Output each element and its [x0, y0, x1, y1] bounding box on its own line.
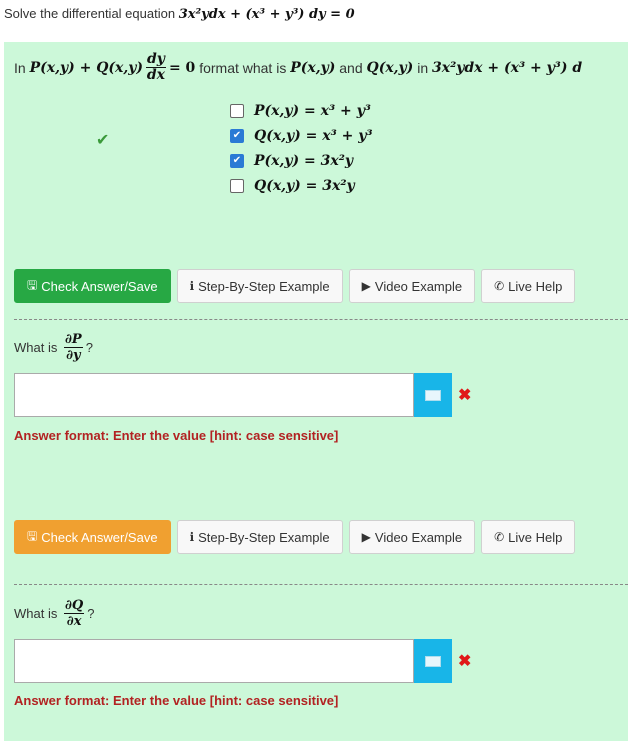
video-example-label: Video Example — [374, 529, 463, 545]
question3-incorrect-icon: ✖ — [458, 653, 472, 670]
question2-answer-format: Answer format: Enter the value [hint: ca… — [14, 428, 339, 443]
keyboard-icon — [425, 655, 441, 667]
fraction-denominator: dx — [146, 67, 166, 83]
divider — [14, 319, 628, 320]
question3-numerator: ∂Q — [63, 598, 85, 614]
option-2-label: Q(x,y) = x³ + y³ — [254, 127, 373, 144]
correct-check-icon: ✔ — [96, 132, 110, 149]
check-answer-button[interactable]: 🖫 Check Answer/Save — [14, 269, 171, 303]
prompt-in: in — [417, 59, 429, 76]
option-4-label: Q(x,y) = 3x²y — [254, 177, 355, 194]
prompt-eq-zero: = 0 — [168, 59, 196, 76]
prompt-fraction: dy dx — [146, 52, 166, 83]
video-example-button-2[interactable]: ▶ Video Example — [348, 520, 476, 554]
question1-prompt: In P(x,y) + Q(x,y) dy dx = 0 format what… — [14, 52, 582, 83]
button-row-2: 🖫 Check Answer/Save ℹ Step-By-Step Examp… — [14, 520, 576, 554]
option-1[interactable]: P(x,y) = x³ + y³ — [230, 98, 373, 123]
step-by-step-label: Step-By-Step Example — [198, 529, 330, 545]
play-icon: ▶ — [361, 530, 371, 544]
question3-suffix: ? — [87, 606, 95, 621]
check-answer-label: Check Answer/Save — [41, 278, 158, 294]
question2-denominator: ∂y — [66, 348, 81, 363]
live-help-label: Live Help — [508, 529, 563, 545]
question3-fraction: ∂Q ∂x — [63, 598, 85, 629]
question2-keyboard-button[interactable] — [414, 373, 452, 417]
play-icon: ▶ — [361, 279, 371, 293]
question3-what: What is — [14, 606, 58, 621]
question2-fraction: ∂P ∂y — [63, 332, 83, 363]
check-answer-button-2[interactable]: 🖫 Check Answer/Save — [14, 520, 171, 554]
option-1-label: P(x,y) = x³ + y³ — [254, 102, 371, 119]
save-icon: 🖫 — [27, 528, 38, 543]
live-help-label: Live Help — [508, 278, 563, 294]
question2-suffix: ? — [85, 340, 93, 355]
prompt-pq: P(x,y) + Q(x,y) — [29, 59, 143, 76]
phone-icon: ✆ — [494, 530, 505, 544]
step-by-step-button-2[interactable]: ℹ Step-By-Step Example — [176, 520, 343, 554]
option-3-checkbox[interactable]: ✔ — [230, 153, 244, 168]
prompt-middle: format what is — [199, 59, 287, 76]
info-icon: ℹ — [189, 530, 195, 544]
question3-answer-input[interactable] — [14, 639, 414, 683]
option-3[interactable]: ✔ P(x,y) = 3x²y — [230, 148, 373, 173]
title-lead: Solve the differential equation — [4, 6, 176, 21]
live-help-button-2[interactable]: ✆ Live Help — [481, 520, 576, 554]
prompt-p: P(x,y) — [290, 59, 336, 76]
button-row-1: 🖫 Check Answer/Save ℹ Step-By-Step Examp… — [14, 269, 576, 303]
step-by-step-button[interactable]: ℹ Step-By-Step Example — [176, 269, 343, 303]
step-by-step-label: Step-By-Step Example — [198, 278, 330, 294]
title-equation: 3x²ydx + (x³ + y³) dy = 0 — [178, 7, 355, 22]
prompt-prefix: In — [14, 59, 26, 76]
option-2-checkbox[interactable]: ✔ — [230, 128, 244, 143]
prompt-and: and — [339, 59, 363, 76]
question3-keyboard-button[interactable] — [414, 639, 452, 683]
answer-options: P(x,y) = x³ + y³ ✔ Q(x,y) = x³ + y³ ✔ P(… — [230, 98, 373, 198]
prompt-q: Q(x,y) — [366, 59, 414, 76]
option-4[interactable]: Q(x,y) = 3x²y — [230, 173, 373, 198]
question2-what: What is — [14, 340, 58, 355]
problem-title: Solve the differential equation 3x²ydx +… — [4, 6, 355, 22]
question3-denominator: ∂x — [66, 614, 82, 629]
question-panel: In P(x,y) + Q(x,y) dy dx = 0 format what… — [4, 42, 628, 741]
option-1-checkbox[interactable] — [230, 103, 244, 118]
question2-numerator: ∂P — [63, 332, 83, 348]
prompt-equation: 3x²ydx + (x³ + y³) d — [432, 59, 583, 76]
question2-incorrect-icon: ✖ — [458, 387, 472, 404]
video-example-label: Video Example — [374, 278, 463, 294]
option-3-label: P(x,y) = 3x²y — [254, 152, 353, 169]
option-2[interactable]: ✔ Q(x,y) = x³ + y³ — [230, 123, 373, 148]
question3-prompt: What is ∂Q ∂x ? — [14, 598, 94, 629]
question2-prompt: What is ∂P ∂y ? — [14, 332, 93, 363]
live-help-button[interactable]: ✆ Live Help — [481, 269, 576, 303]
video-example-button[interactable]: ▶ Video Example — [348, 269, 476, 303]
question2-answer-input[interactable] — [14, 373, 414, 417]
question3-answer-format: Answer format: Enter the value [hint: ca… — [14, 693, 339, 708]
phone-icon: ✆ — [494, 279, 505, 293]
info-icon: ℹ — [189, 279, 195, 293]
save-icon: 🖫 — [27, 277, 38, 292]
keyboard-icon — [425, 389, 441, 401]
option-4-checkbox[interactable] — [230, 178, 244, 193]
fraction-numerator: dy — [146, 51, 166, 68]
divider — [14, 584, 628, 585]
check-answer-label: Check Answer/Save — [41, 529, 158, 545]
